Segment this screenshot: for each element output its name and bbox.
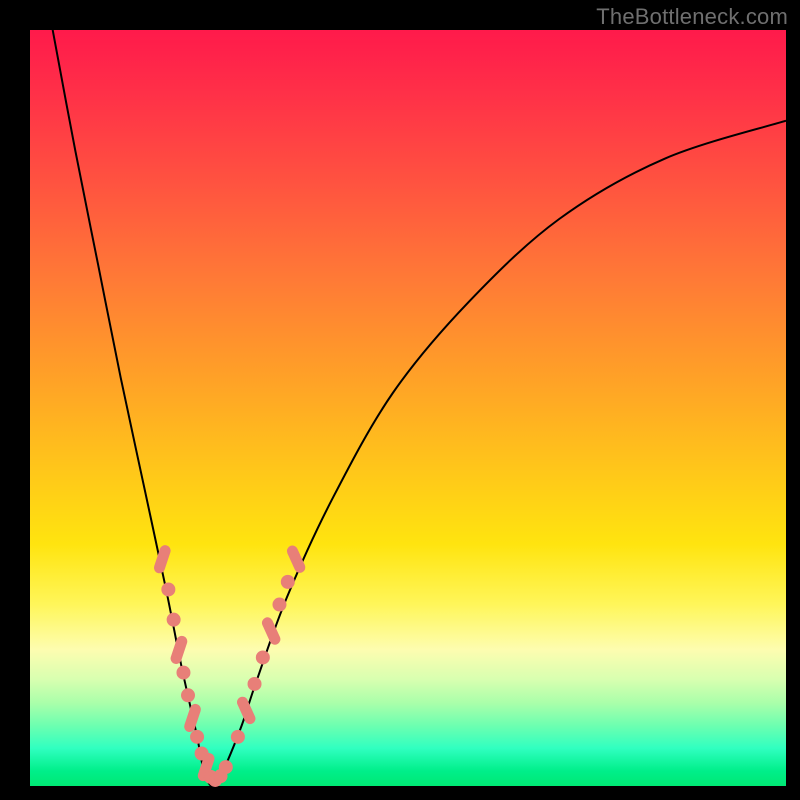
data-marker	[182, 689, 195, 702]
bottleneck-curve	[53, 30, 786, 786]
plot-area	[30, 30, 786, 786]
data-marker	[159, 551, 165, 568]
data-marker	[273, 598, 286, 611]
data-marker	[162, 583, 175, 596]
data-marker	[242, 702, 249, 718]
watermark-text: TheBottleneck.com	[596, 4, 788, 30]
data-marker	[281, 575, 294, 588]
chart-frame: TheBottleneck.com	[0, 0, 800, 800]
data-marker	[177, 666, 190, 679]
data-marker	[231, 730, 244, 743]
data-marker	[248, 677, 261, 690]
data-marker	[190, 709, 196, 726]
data-marker	[167, 613, 180, 626]
data-marker	[256, 651, 269, 664]
bottleneck-curve-svg	[30, 30, 786, 786]
data-marker	[219, 761, 232, 774]
data-marker	[267, 623, 274, 639]
data-marker	[191, 730, 204, 743]
data-markers	[159, 551, 299, 787]
data-marker	[292, 551, 299, 567]
data-marker	[176, 641, 182, 658]
